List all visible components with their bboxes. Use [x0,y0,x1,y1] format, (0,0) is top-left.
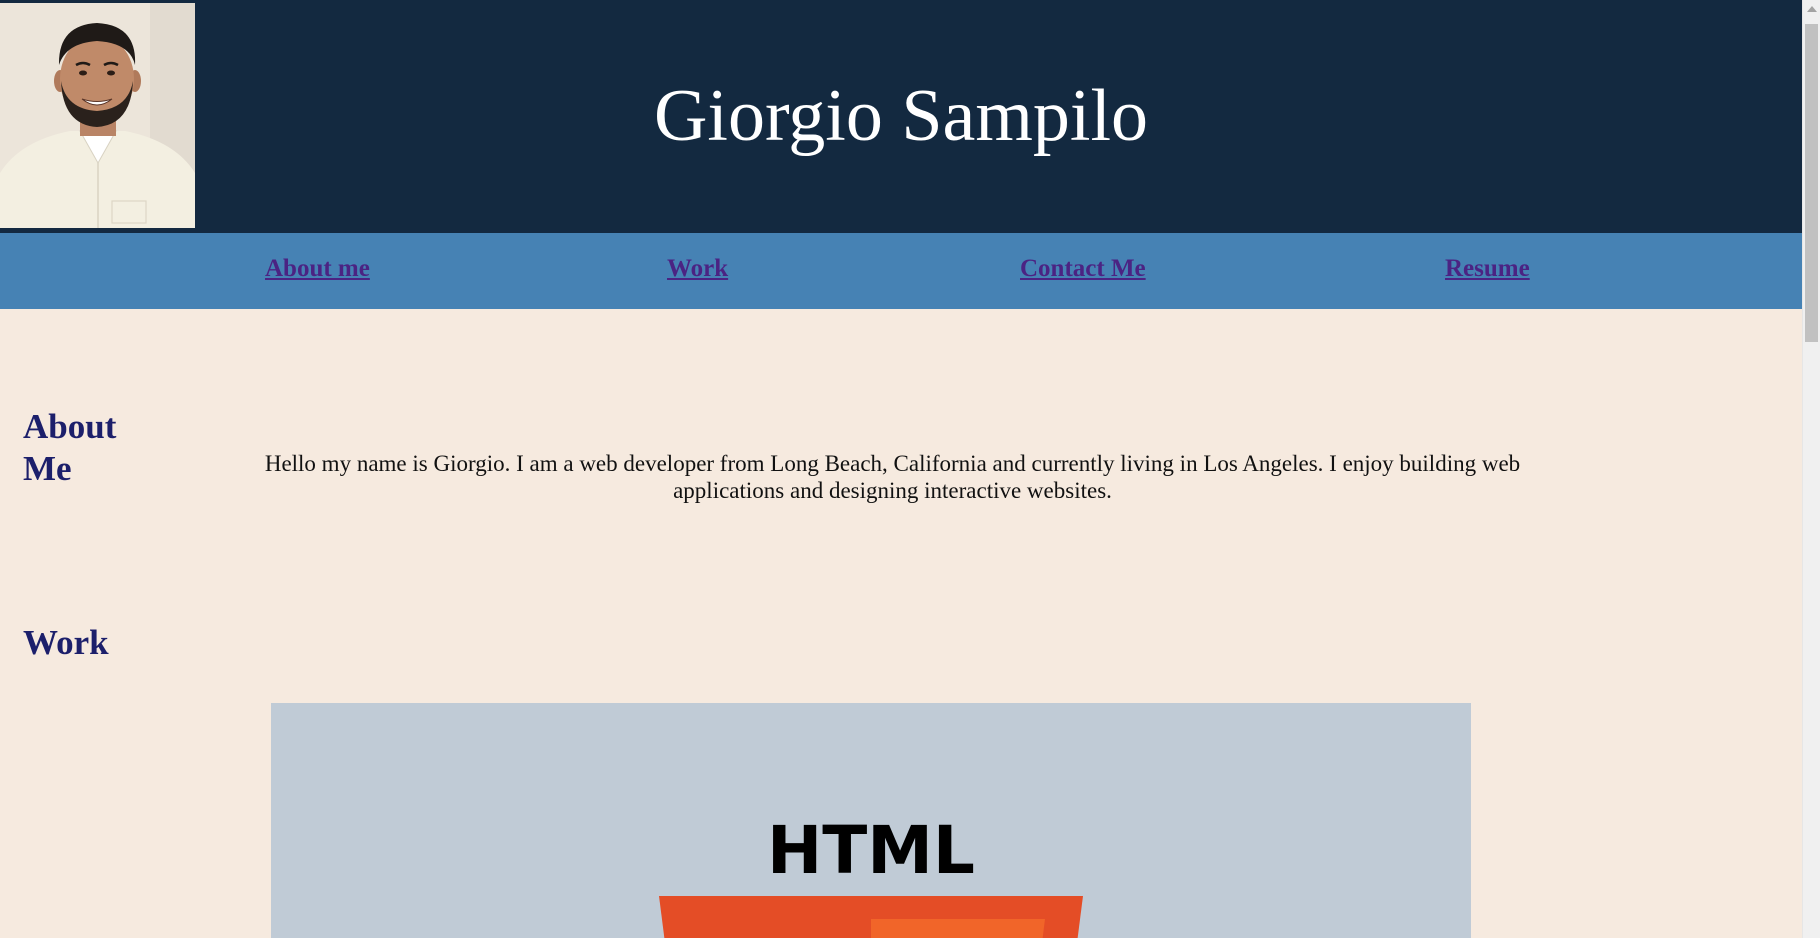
html5-logo-text: HTML [767,812,975,889]
about-heading-line1: About [23,407,117,446]
site-header: Giorgio Sampilo [0,0,1802,233]
html5-logo-icon: HTML [659,812,1083,938]
site-title-text: Giorgio Sampilo [653,75,1149,157]
about-heading-line2: Me [23,449,72,488]
work-heading: Work [23,622,109,664]
viewport: Giorgio Sampilo About me Work Contact Me… [0,0,1802,938]
html5-shield-highlight [871,919,1045,938]
about-heading: About Me [23,406,116,490]
nav-link-about-me[interactable]: About me [265,255,370,283]
site-title: Giorgio Sampilo [0,68,1802,164]
about-text: Hello my name is Giorgio. I am a web dev… [264,451,1521,503]
work-image-html5[interactable]: HTML [271,703,1471,938]
main-nav: About me Work Contact Me Resume [0,233,1802,309]
nav-link-contact-me[interactable]: Contact Me [1020,255,1146,283]
nav-link-work[interactable]: Work [667,255,728,283]
vertical-scrollbar[interactable] [1802,0,1820,938]
scroll-up-icon[interactable] [1807,6,1817,12]
page: Giorgio Sampilo About me Work Contact Me… [0,0,1820,938]
nav-link-resume[interactable]: Resume [1445,255,1530,283]
work-heading-text: Work [23,623,109,662]
scroll-thumb[interactable] [1805,24,1818,342]
